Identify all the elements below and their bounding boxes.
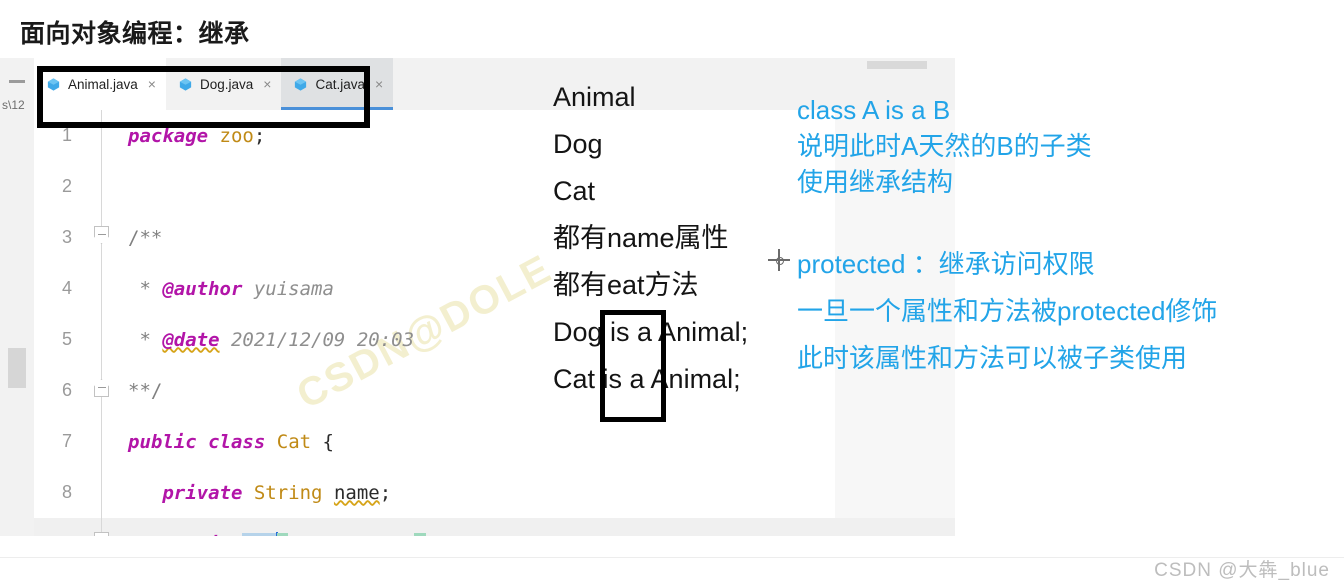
notes-list: Animal Dog Cat 都有name属性 都有eat方法 Dog is a…	[553, 74, 793, 403]
token-field-name: name	[333, 481, 380, 504]
fold-column	[86, 263, 118, 314]
line-number: 5	[61, 329, 72, 349]
token-modifier-public: public	[128, 430, 197, 453]
fold-column	[86, 467, 118, 518]
fold-collapse-end-icon[interactable]	[94, 379, 109, 397]
fold-column	[86, 518, 118, 536]
line-number: 8	[61, 482, 72, 502]
token-param-name: name	[368, 533, 414, 536]
token-javadoc-date-tag: @date	[162, 328, 220, 351]
note-item-animal: Animal	[553, 82, 636, 112]
java-class-icon	[179, 77, 192, 91]
tab-cat-java[interactable]: Cat.java ×	[281, 58, 394, 110]
token-javadoc-author-value: yuisama	[242, 277, 334, 300]
token-semicolon: ;	[379, 481, 392, 504]
note-item-dog-is-a-animal: Dog is a Animal;	[553, 317, 749, 347]
annotation-line: 说明此时A天然的B的子类	[797, 131, 1092, 161]
note-item-cat: Cat	[553, 176, 596, 206]
code-text: private String name;	[118, 482, 955, 504]
token-comment-star: *	[139, 328, 163, 351]
fold-collapse-icon[interactable]	[94, 226, 109, 244]
token-package: zoo	[219, 124, 254, 147]
fold-column	[86, 416, 118, 467]
note-item-cat-is-a-animal: Cat is a Animal;	[553, 364, 741, 394]
token-constructor-name-selected: Cat	[242, 533, 277, 536]
token-keyword-class: class	[208, 430, 266, 453]
token-javadoc-author-tag: @author	[162, 277, 243, 300]
annotation-group-class-a-is-a-b: class A is a B 说明此时A天然的B的子类 使用继承结构	[797, 92, 1092, 200]
line-number: 1	[61, 125, 72, 145]
line-number: 9	[34, 533, 86, 536]
line-number: 6	[61, 380, 72, 400]
token-type-string: String	[288, 533, 357, 536]
editor-horizontal-scroll-nub[interactable]	[867, 61, 927, 69]
tab-close-icon[interactable]: ×	[372, 77, 383, 91]
token-paren-open-matched: (	[276, 533, 289, 536]
line-number: 3	[61, 227, 72, 247]
code-line[interactable]: 7 public class Cat {	[34, 416, 955, 467]
token-class-name: Cat	[276, 430, 312, 453]
code-line-current[interactable]: 9 public Cat(String name) {	[34, 518, 955, 536]
java-class-icon	[47, 77, 60, 91]
code-text: public class Cat {	[118, 431, 955, 453]
line-number: 2	[61, 176, 72, 196]
crosshair-cursor-icon	[768, 249, 790, 271]
token-modifier-public: public	[162, 533, 231, 536]
fold-column	[86, 212, 118, 263]
annotation-line: class A is a B	[797, 95, 951, 125]
bottom-divider	[0, 557, 1344, 558]
java-class-icon	[295, 77, 307, 91]
note-item-eat-method: 都有eat方法	[553, 270, 699, 300]
note-item-name-attr: 都有name属性	[553, 223, 729, 253]
tab-animal-java[interactable]: Animal.java ×	[34, 58, 166, 110]
fold-column	[86, 161, 118, 212]
token-keyword: package	[128, 124, 209, 147]
page-title: 面向对象编程：继承	[20, 20, 250, 48]
fold-column	[86, 314, 118, 365]
tab-close-icon[interactable]: ×	[260, 77, 271, 91]
token-modifier-private: private	[162, 481, 243, 504]
token-paren-close-matched: )	[414, 533, 426, 536]
token-semicolon: ;	[253, 124, 266, 147]
tab-label: Animal.java	[68, 76, 138, 92]
token-type-string: String	[253, 481, 323, 504]
annotation-line: 一旦一个属性和方法被protected修饰	[797, 296, 1218, 326]
token-brace-open: {	[437, 533, 448, 536]
code-line[interactable]: 8 private String name;	[34, 467, 955, 518]
token-comment-star: *	[139, 277, 163, 300]
annotation-group-protected: protected ：继承访问权限 一旦一个属性和方法被protected修饰 …	[797, 247, 1217, 388]
editor-scrollbar-thumb[interactable]	[8, 348, 26, 388]
line-number: 7	[61, 431, 72, 451]
tab-dog-java[interactable]: Dog.java ×	[166, 58, 281, 110]
code-text: /**	[118, 227, 955, 249]
minimize-dash-icon[interactable]	[9, 80, 25, 83]
annotation-line: protected ：继承访问权限	[797, 249, 1095, 279]
path-fragment-label: s\12	[2, 98, 25, 112]
tab-close-icon[interactable]: ×	[145, 77, 156, 91]
fold-collapse-icon[interactable]	[94, 532, 109, 536]
tab-label: Dog.java	[199, 76, 254, 92]
fold-column	[86, 365, 118, 416]
code-text: public Cat(String name) {	[118, 532, 955, 536]
ide-left-toolstrip: s\12	[0, 58, 35, 536]
fold-column	[86, 110, 118, 161]
token-brace-open: {	[322, 430, 334, 453]
annotation-line: 此时该属性和方法可以被子类使用	[797, 343, 1188, 373]
token-javadoc-date-value: 2021/12/09 20:03	[219, 328, 415, 351]
tab-label: Cat.java	[315, 76, 365, 92]
note-item-dog: Dog	[553, 129, 603, 159]
line-number: 4	[61, 278, 72, 298]
annotation-line: 使用继承结构	[797, 167, 954, 197]
csdn-watermark: CSDN @大犇_blue	[1154, 560, 1330, 581]
